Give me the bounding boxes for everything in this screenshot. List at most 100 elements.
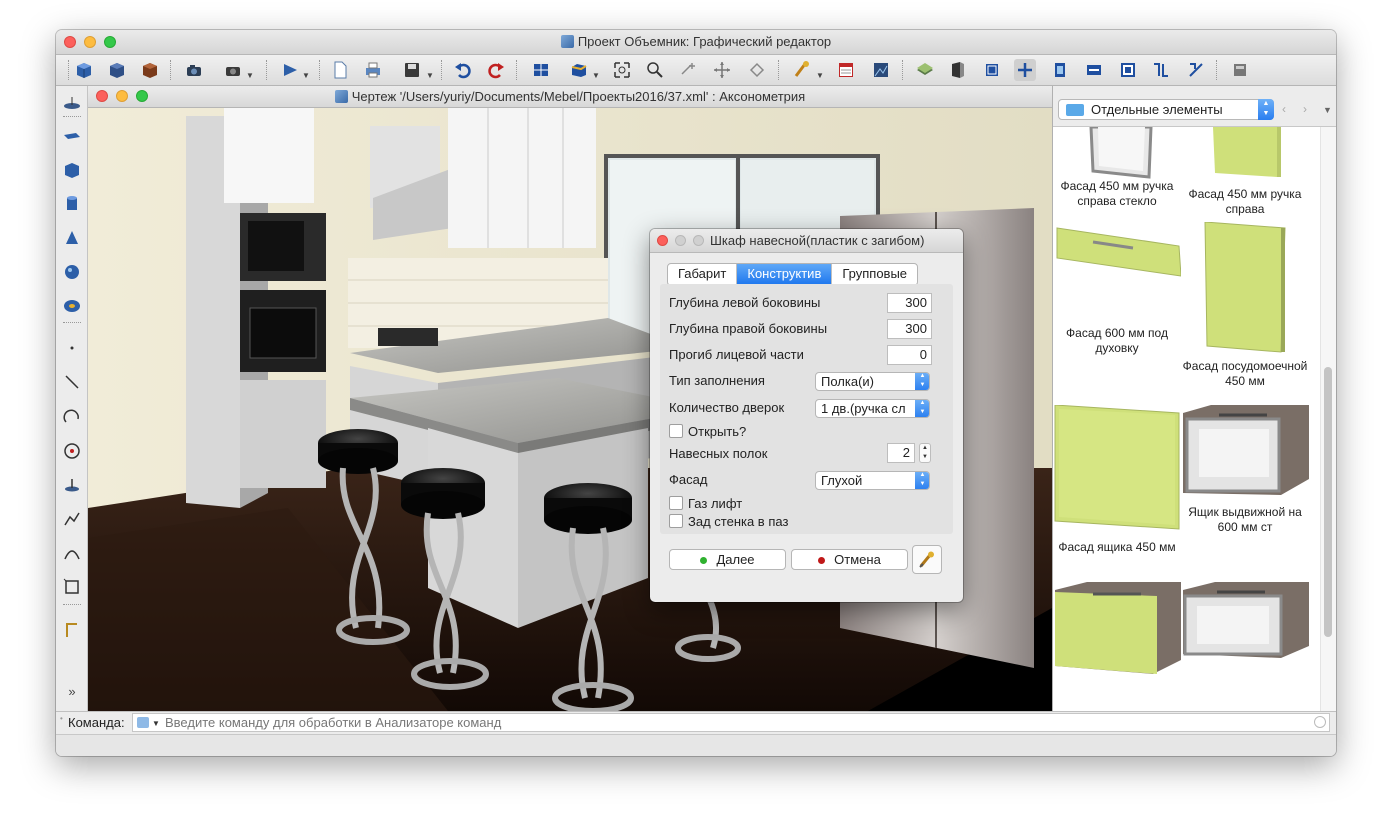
open-checkbox[interactable]: Открыть? — [669, 424, 746, 439]
rectangle-icon[interactable] — [61, 576, 83, 598]
chevron-down-icon[interactable]: ▼ — [302, 71, 310, 80]
rotate-icon[interactable] — [746, 59, 768, 81]
shelves-input[interactable]: 2 — [887, 443, 915, 463]
point-icon[interactable] — [61, 337, 83, 359]
checkbox-box[interactable] — [669, 514, 683, 528]
command-history-icon[interactable] — [137, 717, 149, 728]
save-icon[interactable] — [401, 59, 423, 81]
chevron-down-icon[interactable]: ▼ — [426, 71, 434, 80]
redo-icon[interactable] — [485, 59, 507, 81]
panel-menu-icon[interactable]: ▼ — [1323, 105, 1332, 115]
dialog-close-button[interactable] — [657, 235, 668, 246]
cancel-button[interactable]: Отмена — [791, 549, 908, 570]
camera-dropdown-icon[interactable] — [222, 59, 244, 81]
library-item[interactable]: Фасад 600 мм под духовку — [1053, 222, 1181, 382]
tool-b-icon[interactable] — [1083, 59, 1105, 81]
scroll-thumb[interactable] — [1324, 367, 1332, 637]
front-bend-input[interactable]: 0 — [887, 345, 932, 365]
cube-dark-icon[interactable] — [106, 59, 128, 81]
storage-icon[interactable] — [1229, 59, 1251, 81]
nav-back-icon[interactable]: ‹ — [1282, 102, 1286, 116]
tab-gruppovye[interactable]: Групповые — [832, 264, 917, 285]
dimension-icon[interactable] — [61, 619, 83, 641]
main-title-text: Проект Объемник: Графический редактор — [577, 34, 832, 49]
calendar-icon[interactable] — [835, 59, 857, 81]
anchor-icon[interactable] — [61, 474, 83, 496]
checkbox-box[interactable] — [669, 496, 683, 510]
library-scrollbar[interactable] — [1320, 127, 1336, 711]
left-depth-input[interactable]: 300 — [887, 293, 932, 313]
library-item[interactable]: Фасад посудомоечной 450 мм — [1181, 222, 1309, 402]
toolbar-sep — [266, 60, 268, 80]
move-icon[interactable] — [711, 59, 733, 81]
chevron-updown-icon: ▲ ▼ — [915, 472, 929, 489]
grip-icon: • — [60, 714, 63, 723]
print-icon[interactable] — [362, 59, 384, 81]
right-depth-input[interactable]: 300 — [887, 319, 932, 339]
shelves-stepper[interactable]: ▲ ▼ — [919, 443, 931, 463]
command-input[interactable]: ▼ Введите команду для обработки в Анализ… — [132, 713, 1330, 732]
camera-icon[interactable] — [183, 59, 205, 81]
tool-c-icon[interactable] — [1117, 59, 1139, 81]
paint-brush-icon[interactable] — [791, 59, 813, 81]
curve-icon[interactable] — [61, 542, 83, 564]
clear-icon[interactable] — [1314, 716, 1326, 728]
brush-tool-button[interactable] — [912, 545, 942, 574]
library-item[interactable] — [1181, 582, 1309, 711]
panel-icon[interactable] — [947, 59, 969, 81]
chevron-down-icon[interactable]: ▼ — [246, 71, 254, 80]
back-wall-checkbox[interactable]: Зад стенка в паз — [669, 514, 788, 529]
platform-icon[interactable] — [61, 92, 83, 114]
nav-forward-icon[interactable]: › — [1303, 102, 1307, 116]
chevron-down-icon[interactable]: ▼ — [592, 71, 600, 80]
view-layout-icon[interactable] — [530, 59, 552, 81]
render-icon[interactable] — [870, 59, 892, 81]
cube-frame-icon[interactable] — [981, 59, 1003, 81]
undo-icon[interactable] — [452, 59, 474, 81]
library-grid[interactable]: Фасад 450 мм ручка справа стекло Фасад 4… — [1053, 127, 1321, 711]
item-thumbnail — [1089, 127, 1153, 179]
sphere-icon[interactable] — [61, 261, 83, 283]
library-category-select[interactable]: Отдельные элементы ▲ ▼ — [1058, 99, 1274, 120]
zoom-plus-icon[interactable] — [678, 59, 700, 81]
polyline-icon[interactable] — [61, 508, 83, 530]
plank-icon[interactable] — [61, 126, 83, 148]
cone-icon[interactable] — [61, 227, 83, 249]
facade-select[interactable]: Глухой ▲ ▼ — [815, 471, 930, 490]
gas-lift-checkbox[interactable]: Газ лифт — [669, 496, 742, 511]
tool-e-icon[interactable] — [1185, 59, 1207, 81]
expand-icon[interactable]: » — [61, 680, 83, 702]
layers-icon[interactable] — [914, 59, 936, 81]
toolbar-grip — [68, 60, 70, 80]
arc-icon[interactable] — [61, 406, 83, 428]
library-item[interactable] — [1053, 582, 1181, 711]
chevron-down-icon[interactable]: ▼ — [152, 715, 160, 732]
play-icon[interactable] — [279, 59, 301, 81]
doors-select[interactable]: 1 дв.(ручка сл ▲ ▼ — [815, 399, 930, 418]
zoom-icon[interactable] — [644, 59, 666, 81]
cube-blue-icon[interactable] — [73, 59, 95, 81]
line-icon[interactable] — [61, 371, 83, 393]
box-view-icon[interactable] — [568, 59, 590, 81]
torus-icon[interactable] — [61, 295, 83, 317]
library-item[interactable]: Фасад ящика 450 мм — [1053, 405, 1181, 575]
chevron-down-icon[interactable]: ▼ — [816, 71, 824, 80]
new-file-icon[interactable] — [329, 59, 351, 81]
fill-type-select[interactable]: Полка(и) ▲ ▼ — [815, 372, 930, 391]
cube-brown-icon[interactable] — [139, 59, 161, 81]
zoom-fit-icon[interactable] — [611, 59, 633, 81]
tool-d-icon[interactable] — [1150, 59, 1172, 81]
checkbox-box[interactable] — [669, 424, 683, 438]
tab-gabarit[interactable]: Габарит — [668, 264, 738, 285]
cylinder-icon[interactable] — [61, 193, 83, 215]
tool-a-icon[interactable] — [1049, 59, 1071, 81]
box-icon[interactable] — [61, 159, 83, 181]
tab-konstruktiv[interactable]: Конструктив — [737, 264, 833, 285]
tool-sep — [63, 604, 81, 605]
shelves-label: Навесных полок — [669, 446, 768, 461]
library-item[interactable]: Ящик выдвижной на 600 мм ст — [1181, 405, 1309, 575]
library-item-label: Фасад посудомоечной 450 мм — [1182, 359, 1308, 388]
add-element-icon[interactable] — [1014, 59, 1036, 81]
circle-icon[interactable] — [61, 440, 83, 462]
next-button[interactable]: Далее — [669, 549, 786, 570]
